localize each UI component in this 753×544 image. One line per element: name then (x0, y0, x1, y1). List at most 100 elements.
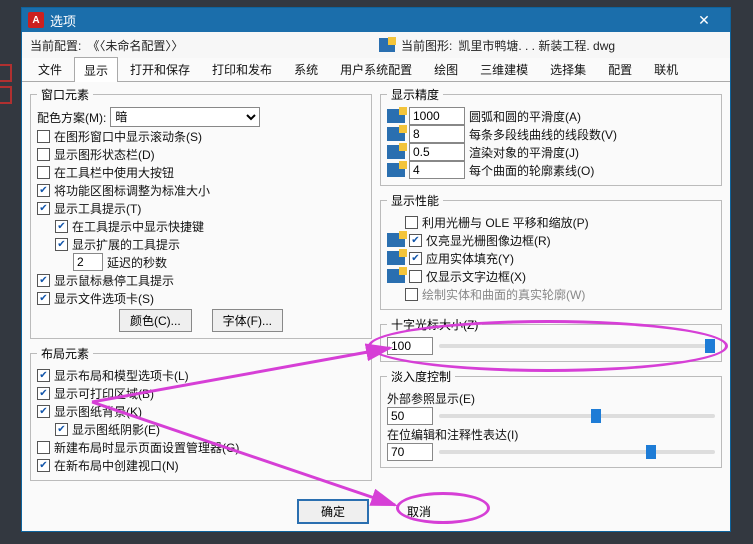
chk-solid-fill[interactable] (409, 252, 422, 265)
legend-fade: 淡入度控制 (387, 368, 455, 385)
titlebar: A 选项 ✕ (22, 8, 730, 32)
drawing-icon (379, 38, 395, 52)
fonts-button[interactable]: 字体(F)... (212, 309, 283, 332)
content: 窗口元素 配色方案(M): 暗 在图形窗口中显示滚动条(S) 显示图形状态栏(D… (22, 82, 730, 531)
chk-statusbar[interactable] (37, 148, 50, 161)
slider-thumb[interactable] (705, 339, 715, 353)
lbl-inplace-fade: 在位编辑和注释性表达(I) (387, 426, 518, 443)
tab-open-save[interactable]: 打开和保存 (120, 56, 200, 81)
lbl-xref-fade: 外部参照显示(E) (387, 390, 475, 407)
legend-precision: 显示精度 (387, 86, 443, 103)
drawing-icon (387, 109, 405, 123)
drawing-icon (387, 127, 405, 141)
options-dialog: A 选项 ✕ 当前配置: 《〈未命名配置〉〉 当前图形: 凯里市鸭塘. . . … (21, 7, 731, 532)
colorscheme-select[interactable]: 暗 (110, 107, 260, 127)
tab-3d[interactable]: 三维建模 (470, 56, 538, 81)
chk-tooltip-shortcut[interactable] (55, 220, 68, 233)
arc-smooth-input[interactable] (409, 107, 465, 125)
tab-selection[interactable]: 选择集 (540, 56, 596, 81)
render-smooth-input[interactable] (409, 143, 465, 161)
lbl-delay-seconds: 延迟的秒数 (107, 254, 167, 271)
slider-thumb[interactable] (646, 445, 656, 459)
lbl-largebuttons: 在工具栏中使用大按钮 (54, 164, 174, 181)
lbl-printable: 显示可打印区域(B) (54, 385, 154, 402)
chk-papershadow[interactable] (55, 423, 68, 436)
polyline-segs-input[interactable] (409, 125, 465, 143)
lbl-render-smooth: 渲染对象的平滑度(J) (469, 144, 579, 161)
tab-profiles[interactable]: 配置 (598, 56, 642, 81)
chk-file-tabs[interactable] (37, 292, 50, 305)
chk-true-silhouette[interactable] (405, 288, 418, 301)
info-row: 当前配置: 《〈未命名配置〉〉 当前图形: 凯里市鸭塘. . . 新装工程. d… (22, 32, 730, 58)
right-pane: 显示精度 圆弧和圆的平滑度(A) 每条多段线曲线的线段数(V) 渲染对象的平滑度… (380, 86, 722, 529)
lbl-ext-tooltips: 显示扩展的工具提示 (72, 236, 180, 253)
lbl-polyline-segs: 每条多段线曲线的线段数(V) (469, 126, 617, 143)
lbl-true-silhouette: 绘制实体和曲面的真实轮廓(W) (422, 286, 585, 303)
chk-printable[interactable] (37, 387, 50, 400)
chk-hover-tips[interactable] (37, 274, 50, 287)
group-performance: 显示性能 利用光栅与 OLE 平移和缩放(P) 仅亮显光栅图像边框(R) 应用实… (380, 192, 722, 310)
close-icon[interactable]: ✕ (684, 12, 724, 29)
crosshair-size-input[interactable] (387, 337, 433, 355)
tab-plot-publish[interactable]: 打印和发布 (202, 56, 282, 81)
legend-performance: 显示性能 (387, 192, 443, 209)
app-icon: A (28, 12, 44, 28)
lbl-tooltip-shortcut: 在工具提示中显示快捷键 (72, 218, 204, 235)
slider-thumb[interactable] (591, 409, 601, 423)
drawing-value: 凯里市鸭塘. . . 新装工程. dwg (458, 37, 615, 54)
group-fade: 淡入度控制 外部参照显示(E) 在位编辑和注释性表达(I) (380, 368, 722, 468)
lbl-pan-raster: 利用光栅与 OLE 平移和缩放(P) (422, 214, 589, 231)
tab-online[interactable]: 联机 (644, 56, 688, 81)
lbl-ribbonstd: 将功能区图标调整为标准大小 (54, 182, 210, 199)
group-window-elements: 窗口元素 配色方案(M): 暗 在图形窗口中显示滚动条(S) 显示图形状态栏(D… (30, 86, 372, 339)
lbl-papershadow: 显示图纸阴影(E) (72, 421, 160, 438)
chk-ext-tooltips[interactable] (55, 238, 68, 251)
colors-button[interactable]: 颜色(C)... (119, 309, 192, 332)
lbl-surface-contour: 每个曲面的轮廓素线(O) (469, 162, 594, 179)
tab-user-prefs[interactable]: 用户系统配置 (330, 56, 422, 81)
surface-contour-input[interactable] (409, 161, 465, 179)
left-pane: 窗口元素 配色方案(M): 暗 在图形窗口中显示滚动条(S) 显示图形状态栏(D… (30, 86, 372, 529)
chk-pan-raster[interactable] (405, 216, 418, 229)
delay-seconds-input[interactable] (73, 253, 103, 271)
chk-paperbg[interactable] (37, 405, 50, 418)
inplace-fade-input[interactable] (387, 443, 433, 461)
lbl-paperbg: 显示图纸背景(K) (54, 403, 142, 420)
tab-drafting[interactable]: 绘图 (424, 56, 468, 81)
ok-button[interactable]: 确定 (298, 500, 368, 523)
lbl-pagesetupmgr: 新建布局时显示页面设置管理器(G) (54, 439, 239, 456)
xref-fade-input[interactable] (387, 407, 433, 425)
chk-ribbonstd[interactable] (37, 184, 50, 197)
group-precision: 显示精度 圆弧和圆的平滑度(A) 每条多段线曲线的线段数(V) 渲染对象的平滑度… (380, 86, 722, 186)
crosshair-slider[interactable] (439, 344, 715, 348)
colorscheme-label: 配色方案(M): (37, 109, 106, 126)
lbl-text-frame: 仅显示文字边框(X) (426, 268, 526, 285)
lbl-arc-smooth: 圆弧和圆的平滑度(A) (469, 108, 581, 125)
legend-layout-elements: 布局元素 (37, 345, 93, 362)
inplace-fade-slider[interactable] (439, 450, 715, 454)
cancel-button[interactable]: 取消 (384, 500, 454, 523)
footer-buttons: 确定 取消 (22, 500, 730, 523)
tab-system[interactable]: 系统 (284, 56, 328, 81)
drawing-icon (387, 251, 405, 265)
xref-fade-slider[interactable] (439, 414, 715, 418)
drawing-icon (387, 269, 405, 283)
chk-largebuttons[interactable] (37, 166, 50, 179)
lbl-createvp: 在新布局中创建视口(N) (54, 457, 179, 474)
chk-scrollbars[interactable] (37, 130, 50, 143)
chk-createvp[interactable] (37, 459, 50, 472)
chk-text-frame[interactable] (409, 270, 422, 283)
chk-tooltips[interactable] (37, 202, 50, 215)
group-crosshair: 十字光标大小(Z) (380, 316, 722, 362)
chk-pagesetupmgr[interactable] (37, 441, 50, 454)
chk-layout-model-tabs[interactable] (37, 369, 50, 382)
tab-display[interactable]: 显示 (74, 57, 118, 82)
lbl-scrollbars: 在图形窗口中显示滚动条(S) (54, 128, 202, 145)
drawing-icon (387, 233, 405, 247)
tab-files[interactable]: 文件 (28, 56, 72, 81)
group-layout-elements: 布局元素 显示布局和模型选项卡(L) 显示可打印区域(B) 显示图纸背景(K) … (30, 345, 372, 481)
lbl-file-tabs: 显示文件选项卡(S) (54, 290, 154, 307)
chk-highlight-raster[interactable] (409, 234, 422, 247)
lbl-tooltips: 显示工具提示(T) (54, 200, 141, 217)
legend-crosshair: 十字光标大小(Z) (387, 316, 482, 333)
